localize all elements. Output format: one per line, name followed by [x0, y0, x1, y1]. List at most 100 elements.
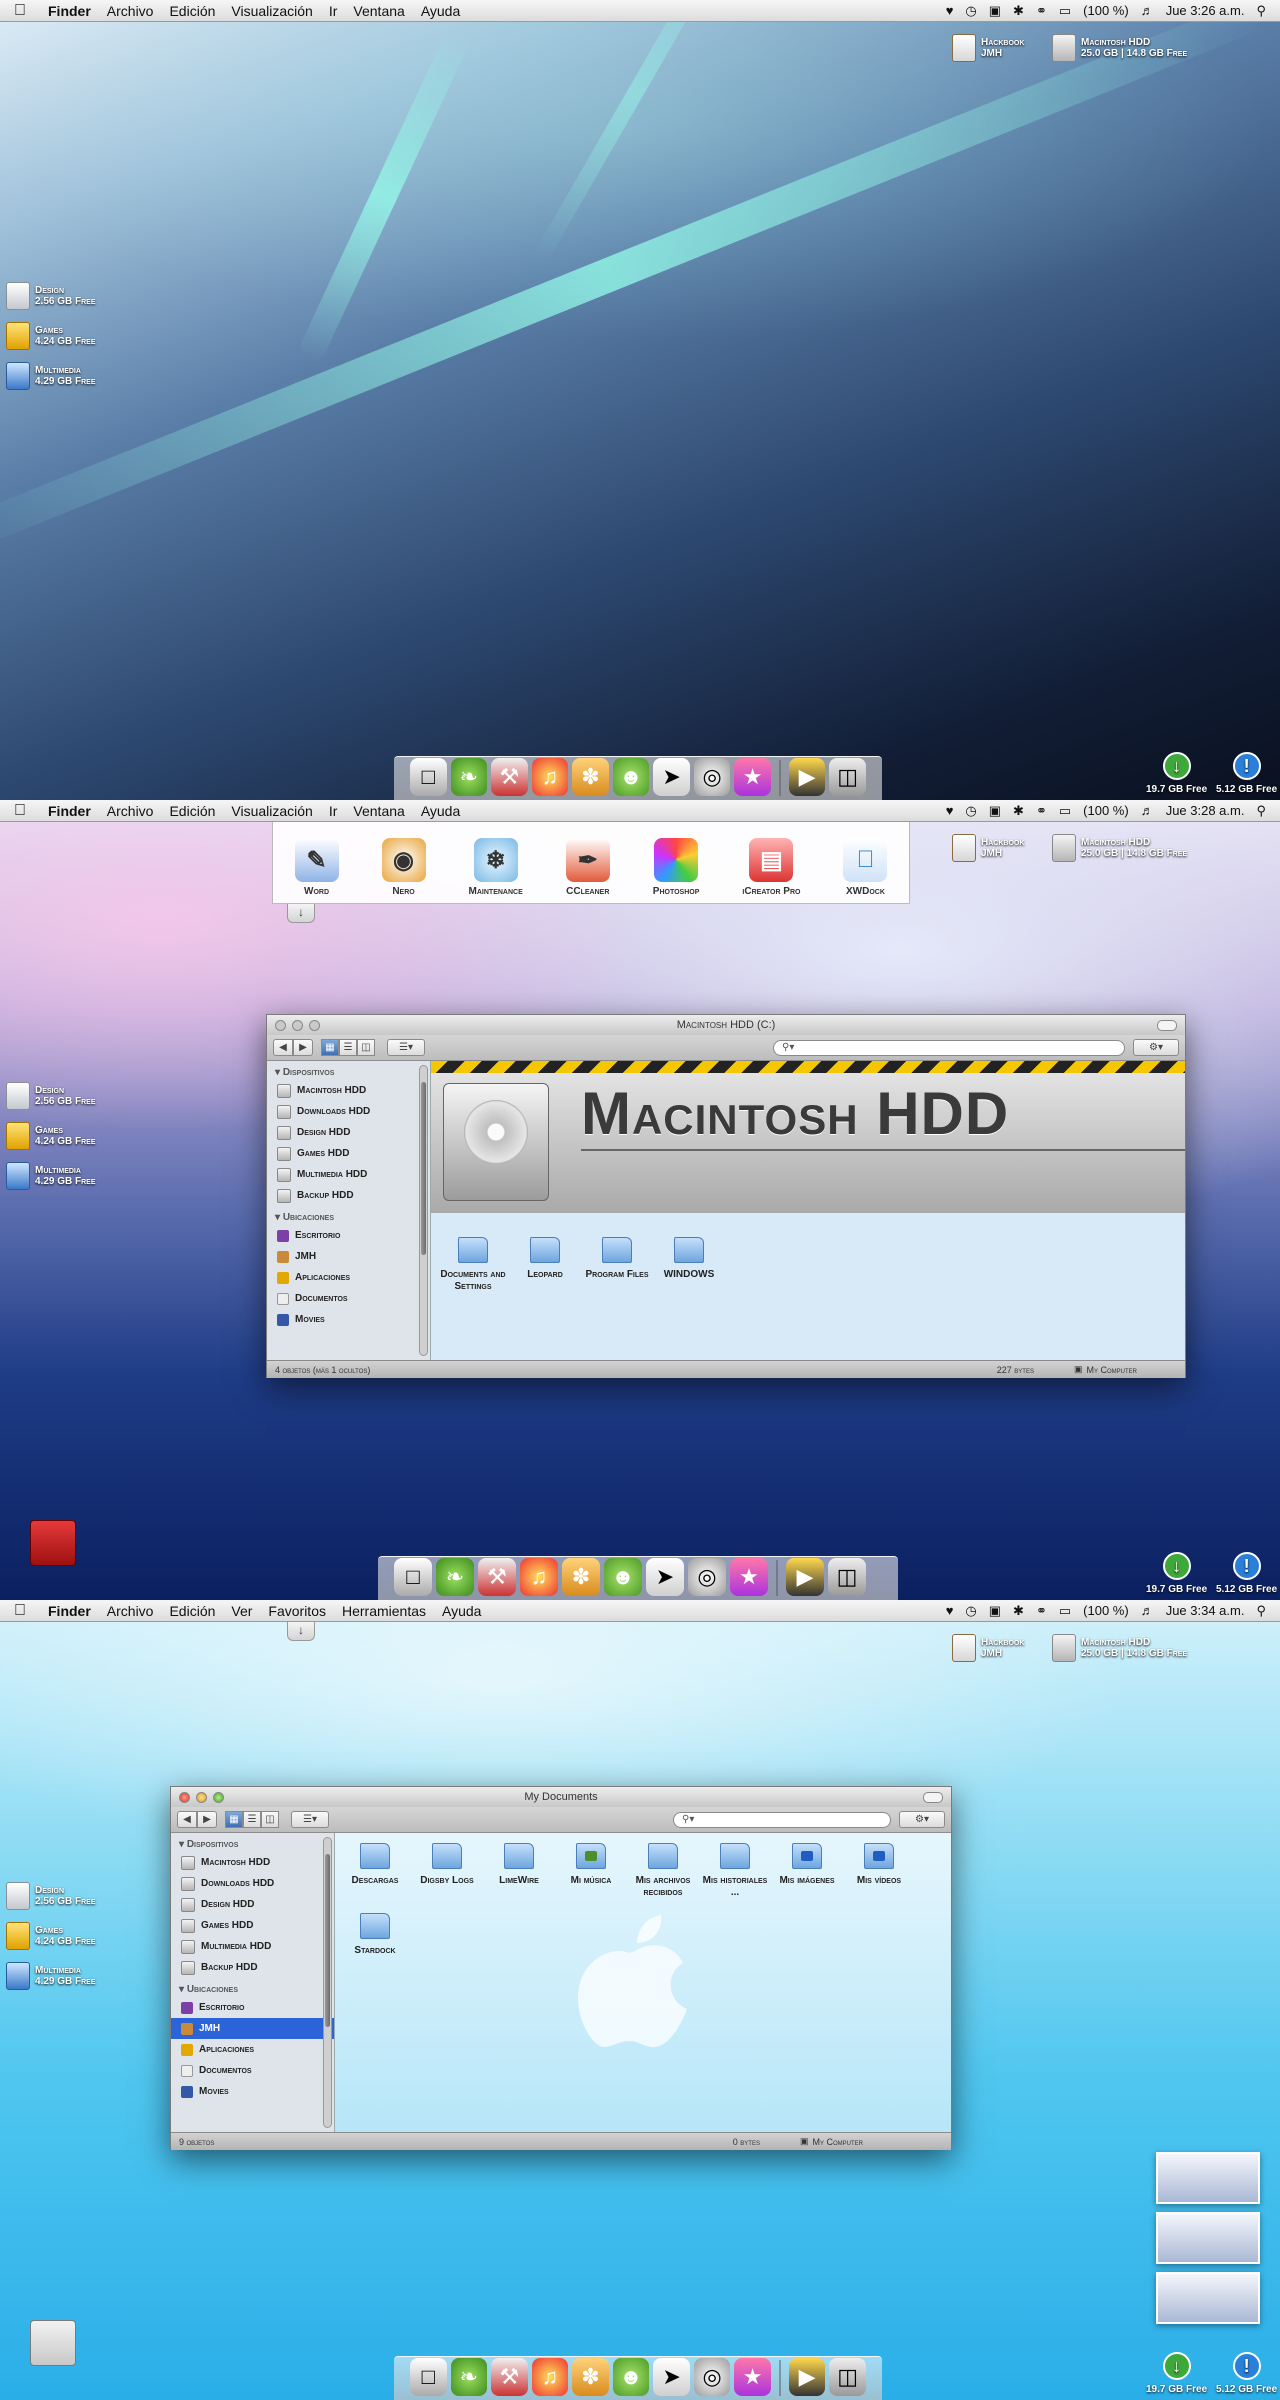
forward-button[interactable]: ▶ [293, 1039, 313, 1056]
desktop-volume-design[interactable]: Design 2.56 GB Free [6, 282, 96, 310]
desktop-volume-macintosh-hdd[interactable]: Macintosh HDD 25.0 GB | 14.8 GB Free [1052, 1634, 1187, 1662]
spotlight-icon[interactable]: ⚲ [1250, 1603, 1272, 1619]
yoshi-icon[interactable]: ✽ [562, 1558, 600, 1596]
file-item[interactable]: Documents and Settings [437, 1237, 509, 1293]
menu-archivo[interactable]: Archivo [99, 803, 162, 819]
desktop-volume-games[interactable]: Games 4.24 GB Free [6, 322, 96, 350]
desktop-volume-games[interactable]: Games 4.24 GB Free [6, 1122, 96, 1150]
file-item[interactable]: Mis imágenes [771, 1843, 843, 1899]
trash-icon[interactable]: ◫ [828, 1558, 866, 1596]
corner-info[interactable]: ! 5.12 GB Free [1216, 2352, 1277, 2395]
tools-icon[interactable]: ⚒ [478, 1558, 516, 1596]
sidebar-item-movies[interactable]: Movies [171, 2081, 334, 2102]
search-input[interactable]: ⚲▾ [773, 1039, 1125, 1056]
display-icon[interactable]: ▣ [983, 3, 1007, 19]
stack-item-ccleaner[interactable]: ✒ CCleaner [565, 838, 610, 897]
sidebar-item-aplicaciones[interactable]: Aplicaciones [267, 1267, 430, 1288]
bluetooth-icon[interactable]: ✱ [1007, 3, 1030, 19]
volume-icon[interactable]: ♬ [1135, 3, 1160, 18]
sidebar-item-backup-hdd[interactable]: Backup HDD [267, 1185, 430, 1206]
finder-icon[interactable]: □ [410, 758, 447, 796]
sidebar-item-games-hdd[interactable]: Games HDD [171, 1915, 334, 1936]
window-titlebar[interactable]: My Documents [171, 1787, 951, 1807]
wifi-icon[interactable]: ⚭ [1030, 3, 1053, 19]
desktop-volume-multimedia[interactable]: Multimedia 4.29 GB Free [6, 362, 96, 390]
menu-ayuda[interactable]: Ayuda [413, 803, 468, 819]
launcher-icon[interactable]: ★ [734, 758, 771, 796]
scrollbar-thumb[interactable] [325, 1854, 330, 2028]
trash-icon[interactable]: ◫ [829, 758, 866, 796]
battery-percent[interactable]: (100 %) [1077, 3, 1135, 18]
zoom-button[interactable] [309, 1019, 320, 1031]
sidebar-item-documentos[interactable]: Documentos [267, 1288, 430, 1309]
clapper-icon[interactable]: ▶ [788, 758, 826, 796]
menu-ventana[interactable]: Ventana [345, 3, 412, 19]
file-item[interactable]: Mis vídeos [843, 1843, 915, 1899]
sidebar-item-jmh[interactable]: JMH [267, 1246, 430, 1267]
zoom-button[interactable] [213, 1791, 224, 1803]
stack-item-nero[interactable]: ◉ Nero [381, 838, 426, 897]
menu-archivo[interactable]: Archivo [99, 3, 162, 19]
sidebar-item-backup-hdd[interactable]: Backup HDD [171, 1957, 334, 1978]
bluetooth-icon[interactable]: ✱ [1007, 1603, 1030, 1619]
stack-toggle-chevron-down-icon[interactable]: ↓ [287, 904, 315, 923]
file-item[interactable]: Digsby Logs [411, 1843, 483, 1899]
gear-icon[interactable]: ⚙▾ [1133, 1039, 1179, 1056]
tools-icon[interactable]: ⚒ [491, 758, 528, 796]
itunes-icon[interactable]: ♫ [520, 1558, 558, 1596]
corner-downloads[interactable]: ↓ 19.7 GB Free [1146, 752, 1207, 795]
dvd-icon[interactable]: ◎ [693, 2358, 731, 2396]
minimize-button[interactable] [196, 1791, 207, 1803]
menu-edicion[interactable]: Edición [161, 1603, 223, 1619]
apple-menu-icon[interactable]:  [0, 802, 40, 820]
sidebar-item-design-hdd[interactable]: Design HDD [267, 1122, 430, 1143]
leaf-icon[interactable]: ❧ [450, 758, 488, 796]
gear-icon[interactable]: ⚙▾ [899, 1811, 945, 1828]
menu-ir[interactable]: Ir [321, 3, 346, 19]
column-view-button[interactable]: ◫ [261, 1811, 279, 1828]
sidebar-item-multimedia-hdd[interactable]: Multimedia HDD [171, 1936, 334, 1957]
sidebar-item-jmh[interactable]: JMH [171, 2018, 334, 2039]
menu-archivo[interactable]: Archivo [99, 1603, 162, 1619]
back-button[interactable]: ◀ [177, 1811, 197, 1828]
stack-item-maintenance[interactable]: ❄ Maintenance [469, 838, 523, 897]
battery-percent[interactable]: (100 %) [1077, 1603, 1135, 1618]
sidebar-item-games-hdd[interactable]: Games HDD [267, 1143, 430, 1164]
menu-clock[interactable]: Jue 3:26 a.m. [1160, 3, 1251, 18]
sidebar-scrollbar[interactable] [323, 1837, 332, 2128]
menu-clock[interactable]: Jue 3:34 a.m. [1160, 1603, 1251, 1618]
file-item[interactable]: Descargas [339, 1843, 411, 1899]
menu-finder[interactable]: Finder [40, 803, 99, 819]
finder-icon[interactable]: □ [410, 2358, 447, 2396]
file-item[interactable]: Mis archivos recibidos [627, 1843, 699, 1899]
heart-icon[interactable]: ♥ [940, 803, 960, 818]
adium-icon[interactable]: ☻ [604, 1558, 642, 1596]
corner-info[interactable]: ! 5.12 GB Free [1216, 752, 1277, 795]
desktop-volume-multimedia[interactable]: Multimedia 4.29 GB Free [6, 1162, 96, 1190]
menu-visualizacion[interactable]: Visualización [223, 803, 320, 819]
minimize-button[interactable] [292, 1019, 303, 1031]
minimized-window-thumbnail[interactable] [1156, 2212, 1260, 2264]
menu-ver[interactable]: Ver [223, 1603, 260, 1619]
battery-icon[interactable]: ▭ [1053, 1603, 1077, 1619]
menu-finder[interactable]: Finder [40, 3, 99, 19]
paper-plane-icon[interactable]: ➤ [646, 1558, 684, 1596]
apple-menu-icon[interactable]:  [0, 2, 40, 20]
yoshi-icon[interactable]: ✽ [572, 758, 609, 796]
wifi-icon[interactable]: ⚭ [1030, 1603, 1053, 1619]
sidebar-item-macintosh-hdd[interactable]: Macintosh HDD [171, 1852, 334, 1873]
sidebar-item-escritorio[interactable]: Escritorio [267, 1225, 430, 1246]
back-button[interactable]: ◀ [273, 1039, 293, 1056]
desktop-volume-design[interactable]: Design 2.56 GB Free [6, 1082, 96, 1110]
itunes-icon[interactable]: ♫ [531, 2358, 569, 2396]
file-item[interactable]: Leopard [509, 1237, 581, 1293]
file-item[interactable]: WINDOWS [653, 1237, 725, 1293]
arrange-menu-button[interactable]: ☰▾ [291, 1811, 329, 1828]
paper-plane-icon[interactable]: ➤ [653, 758, 690, 796]
volume-icon[interactable]: ♬ [1135, 803, 1160, 818]
toolbar-toggle-button[interactable] [1157, 1020, 1177, 1031]
minimized-window-thumbnail[interactable] [1156, 2152, 1260, 2204]
search-input[interactable]: ⚲▾ [673, 1811, 891, 1828]
apple-menu-icon[interactable]:  [0, 1602, 40, 1620]
column-view-button[interactable]: ◫ [357, 1039, 375, 1056]
